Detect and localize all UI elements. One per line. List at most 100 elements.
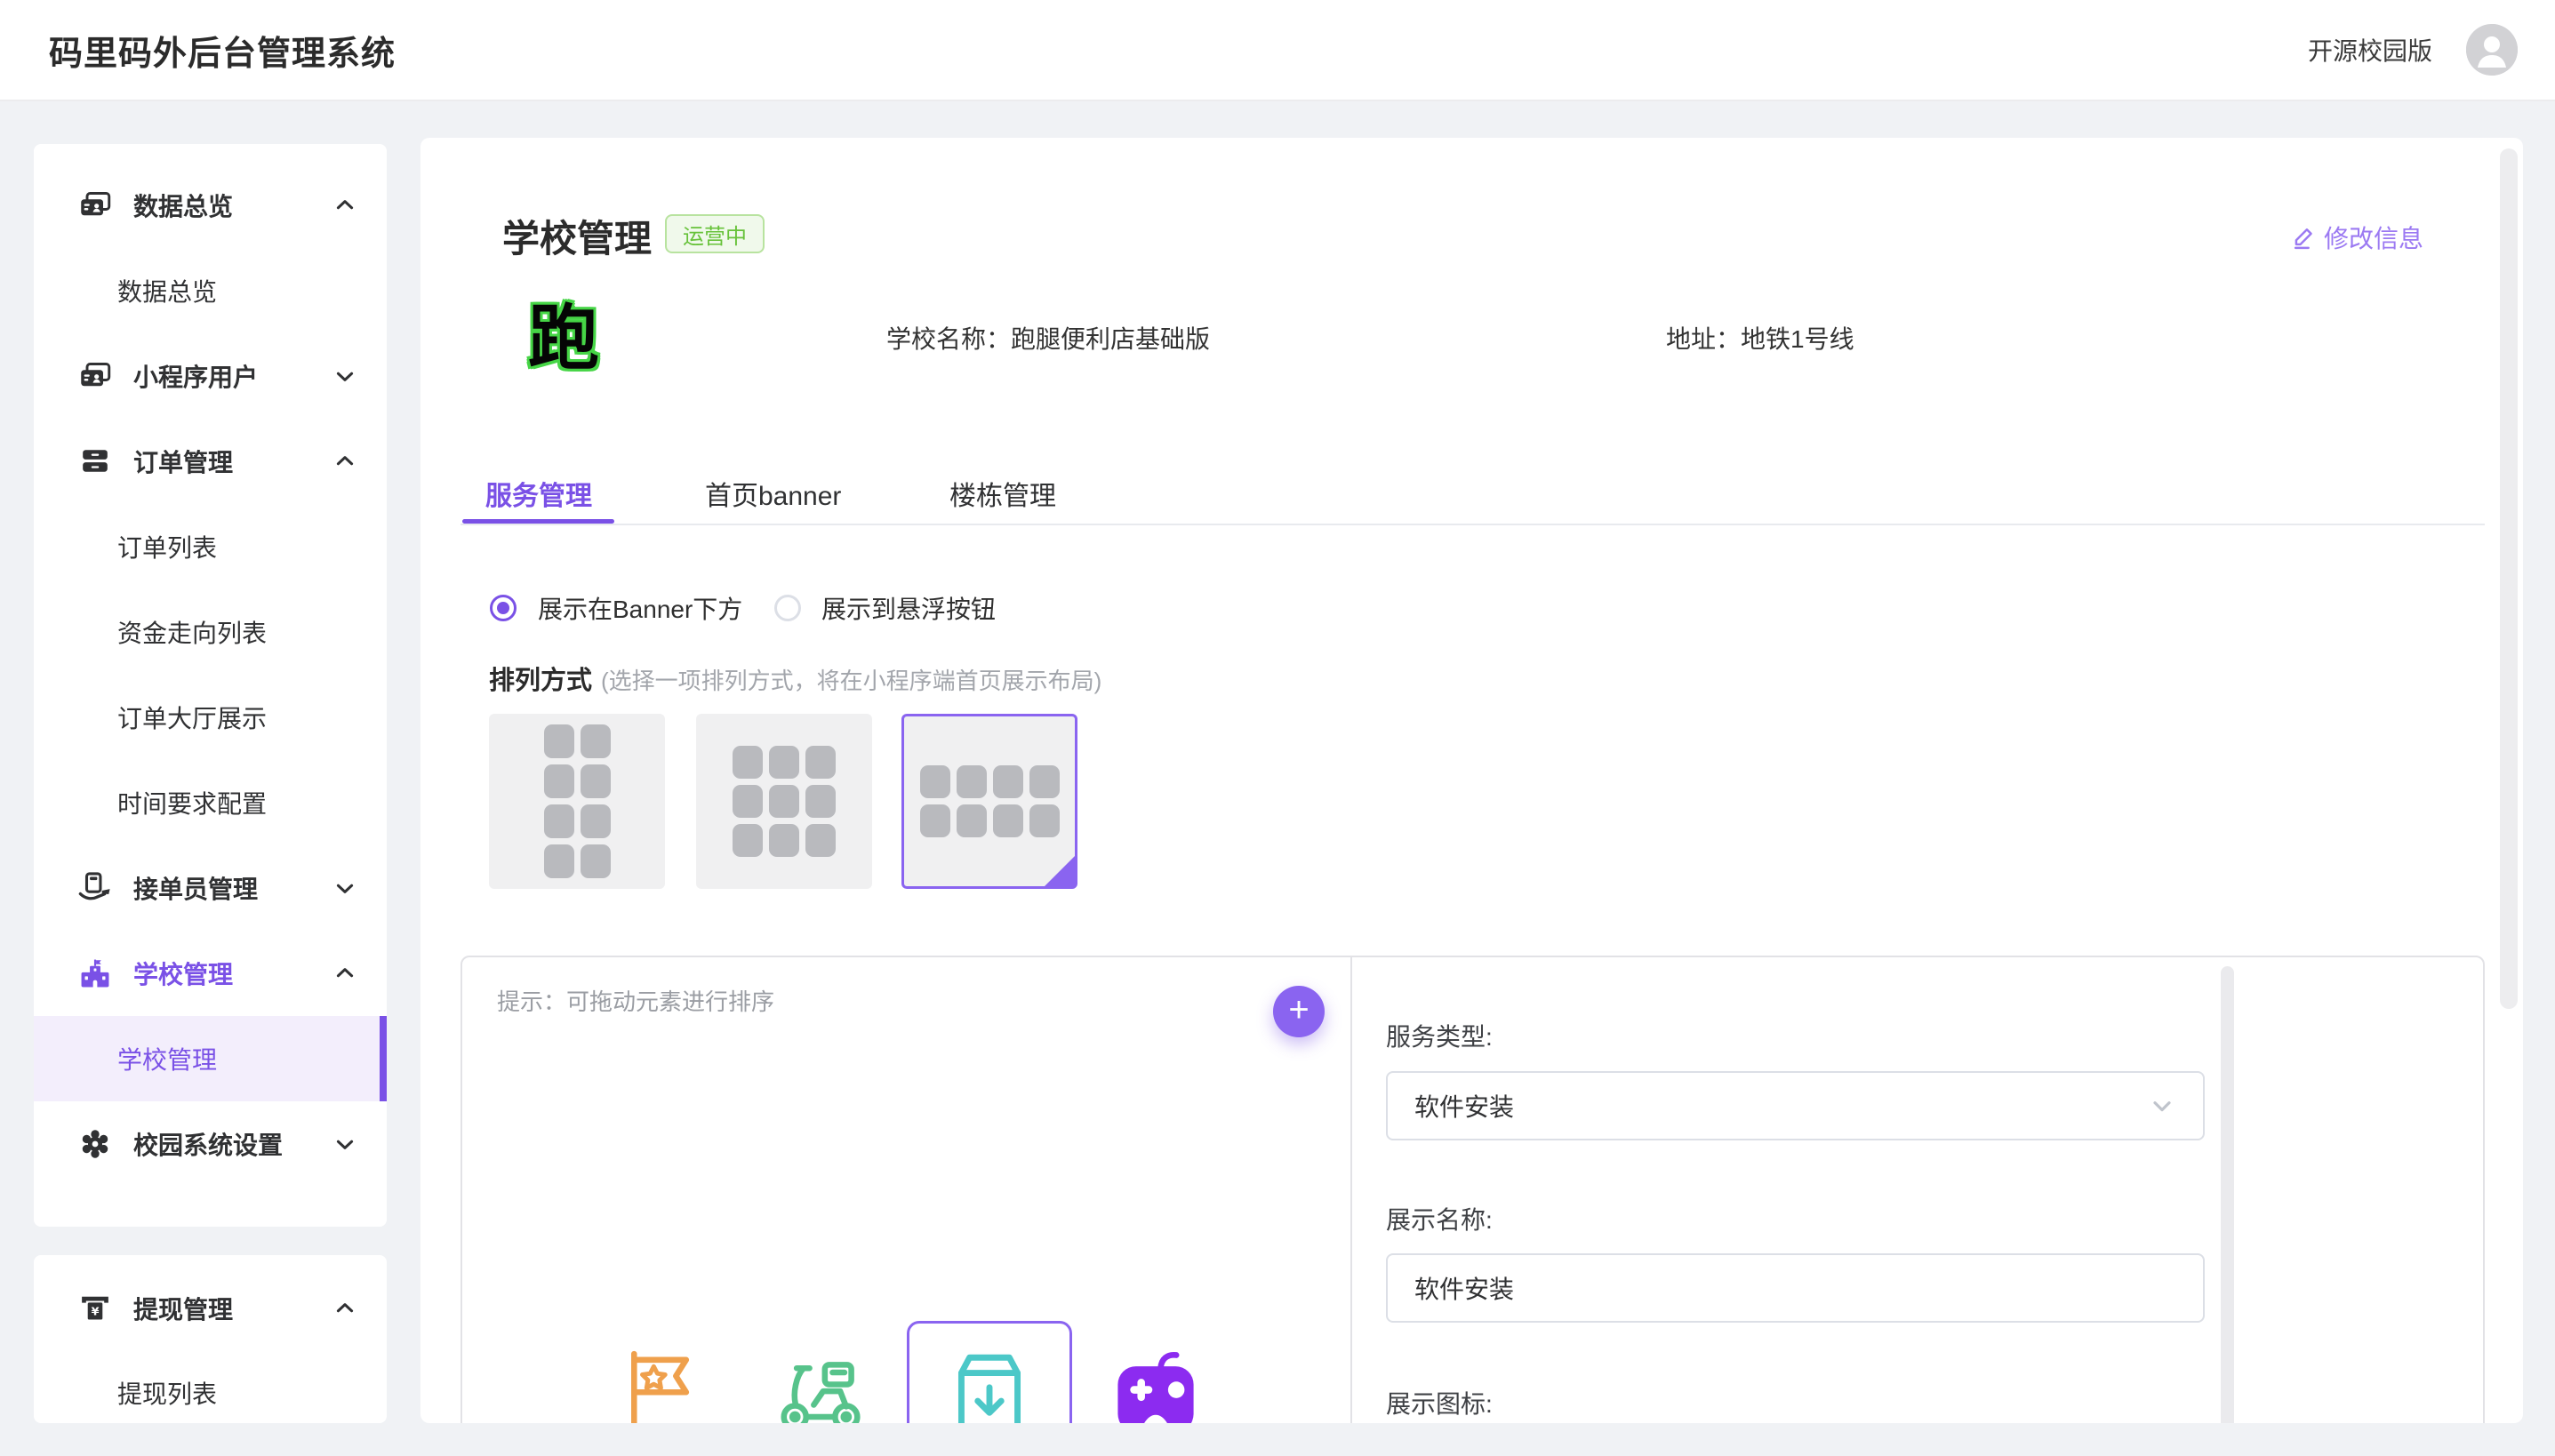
edition-label: 开源校园版 (2308, 32, 2432, 68)
sidebar-subitem-data-overview[interactable]: 数据总览 (34, 248, 387, 333)
tab-building-management[interactable]: 楼栋管理 (949, 467, 1056, 520)
radio-banner-below[interactable] (490, 595, 517, 621)
school-name-label: 学校名称： (886, 320, 1011, 356)
school-logo: 跑 (521, 298, 606, 380)
courier-icon (78, 871, 112, 905)
school-icon (78, 956, 112, 990)
tab-home-banner[interactable]: 首页banner (705, 467, 841, 520)
sidebar-item-courier-management[interactable]: 接单员管理 (34, 845, 387, 931)
sidebar-item-label: 学校管理 (117, 1041, 217, 1076)
service-type-label: 服务类型: (1386, 1018, 1493, 1053)
service-type-value: 软件安装 (1414, 1088, 1514, 1124)
chevron-up-icon (333, 1297, 356, 1320)
sidebar-withdraw-section: ¥ 提现管理 提现列表 (34, 1255, 387, 1423)
sidebar-item-label: 资金走向列表 (117, 614, 267, 650)
sidebar-item-label: 提现列表 (117, 1375, 217, 1411)
layout-option-3col[interactable] (696, 714, 872, 889)
sidebar-item-label: 提现管理 (133, 1291, 233, 1326)
orders-icon (78, 444, 112, 478)
sidebar-subitem-withdraw-list[interactable]: 提现列表 (34, 1350, 387, 1423)
status-badge: 运营中 (665, 214, 765, 253)
app-title: 码里码外后台管理系统 (49, 0, 396, 100)
svg-text:¥: ¥ (92, 1305, 100, 1318)
radio-banner-below-label: 展示在Banner下方 (538, 581, 742, 635)
sidebar-subitem-fund-flow-list[interactable]: 资金走向列表 (34, 589, 387, 675)
panel-divider (1350, 957, 1352, 1423)
sidebar-subitem-order-hall-display[interactable]: 订单大厅展示 (34, 675, 387, 760)
display-icon-label: 展示图标: (1386, 1385, 1493, 1420)
tabs-divider (461, 524, 2485, 525)
sidebar-item-label: 校园系统设置 (133, 1126, 283, 1162)
display-name-label: 展示名称: (1386, 1201, 1493, 1236)
sidebar-item-label: 学校管理 (133, 956, 233, 991)
radio-floating-button-label: 展示到悬浮按钮 (821, 581, 996, 635)
id-card-icon (78, 359, 112, 393)
add-service-button[interactable]: + (1273, 986, 1325, 1037)
chevron-up-icon (333, 962, 356, 985)
sidebar-item-campus-system-settings[interactable]: 校园系统设置 (34, 1101, 387, 1187)
arrangement-hint: (选择一项排列方式，将在小程序端首页展示布局) (601, 663, 1101, 696)
school-address-field: 地址：地铁1号线 (1666, 318, 1854, 357)
layout-4col-preview (920, 765, 1060, 837)
active-indicator (380, 1016, 387, 1101)
page-title: 学校管理 (502, 209, 652, 263)
service-type-select[interactable]: 软件安装 (1386, 1071, 2205, 1140)
school-name-field: 学校名称：跑腿便利店基础版 (886, 318, 1210, 357)
sidebar-item-withdraw-management[interactable]: ¥ 提现管理 (34, 1266, 387, 1351)
chevron-down-icon (333, 876, 356, 900)
scooter-icon[interactable] (773, 1352, 869, 1423)
top-header: 码里码外后台管理系统 开源校园版 (0, 0, 2555, 101)
edit-info-link[interactable]: 修改信息 (2292, 220, 2423, 255)
sidebar-subitem-time-requirement-config[interactable]: 时间要求配置 (34, 760, 387, 845)
gear-icon (78, 1127, 112, 1161)
sidebar-item-order-management[interactable]: 订单管理 (34, 419, 387, 504)
sidebar: 数据总览 数据总览 小程序用户 订单管理 订单列表 资金走向列表 (34, 144, 387, 1227)
sidebar-subitem-school-management-selected[interactable]: 学校管理 (34, 1016, 387, 1101)
chevron-up-icon (333, 450, 356, 473)
sidebar-item-label: 时间要求配置 (117, 785, 267, 820)
layout-3col-preview (733, 746, 836, 857)
sidebar-item-label: 接单员管理 (133, 870, 258, 906)
radio-floating-button[interactable] (774, 595, 801, 621)
display-name-value: 软件安装 (1414, 1270, 1514, 1306)
main-scrollbar[interactable] (2500, 148, 2518, 1009)
sidebar-item-data-overview[interactable]: 数据总览 (34, 163, 387, 248)
school-address-label: 地址： (1666, 320, 1741, 356)
main-content-card: 学校管理 运营中 修改信息 跑 学校名称：跑腿便利店基础版 地址：地铁1号线 服… (420, 138, 2523, 1423)
package-icon[interactable] (942, 1345, 1037, 1423)
sidebar-item-school-management[interactable]: 学校管理 (34, 931, 387, 1016)
pencil-icon (2292, 225, 2317, 250)
sidebar-subitem-order-list[interactable]: 订单列表 (34, 504, 387, 589)
layout-option-4col-selected[interactable] (901, 714, 1077, 889)
display-name-input[interactable]: 软件安装 (1386, 1253, 2205, 1323)
gamepad-icon[interactable] (1109, 1345, 1202, 1423)
select-chevron-down-icon (2148, 1092, 2176, 1120)
chevron-down-icon (333, 364, 356, 388)
withdraw-icon: ¥ (78, 1292, 112, 1325)
id-card-icon (78, 188, 112, 222)
user-icon (2466, 24, 2518, 76)
sidebar-item-label: 订单列表 (117, 529, 217, 564)
drag-sort-tip: 提示：可拖动元素进行排序 (497, 984, 774, 1017)
layout-option-2col[interactable] (489, 714, 665, 889)
sidebar-item-label: 数据总览 (117, 273, 217, 308)
sidebar-item-label: 订单管理 (133, 444, 233, 479)
sidebar-item-label: 数据总览 (133, 188, 233, 223)
app-root: 码里码外后台管理系统 开源校园版 数据总览 数据总览 (0, 0, 2555, 1456)
header-right: 开源校园版 (2308, 0, 2518, 100)
service-sort-panel: 提示：可拖动元素进行排序 + (461, 956, 2485, 1423)
arrangement-title: 排列方式 (489, 660, 592, 697)
form-scrollbar[interactable] (2221, 966, 2234, 1423)
avatar[interactable] (2466, 24, 2518, 76)
arrangement-header: 排列方式 (选择一项排列方式，将在小程序端首页展示布局) (489, 660, 1101, 713)
sidebar-item-label: 订单大厅展示 (117, 700, 267, 735)
chevron-up-icon (333, 194, 356, 217)
layout-2col-preview (544, 724, 611, 878)
flag-icon[interactable] (619, 1347, 704, 1423)
sidebar-item-label: 小程序用户 (133, 358, 258, 394)
tab-service-management[interactable]: 服务管理 (485, 467, 592, 520)
school-name-value: 跑腿便利店基础版 (1011, 320, 1210, 356)
sidebar-item-miniprogram-users[interactable]: 小程序用户 (34, 333, 387, 419)
edit-info-label: 修改信息 (2324, 220, 2423, 255)
chevron-down-icon (333, 1132, 356, 1156)
